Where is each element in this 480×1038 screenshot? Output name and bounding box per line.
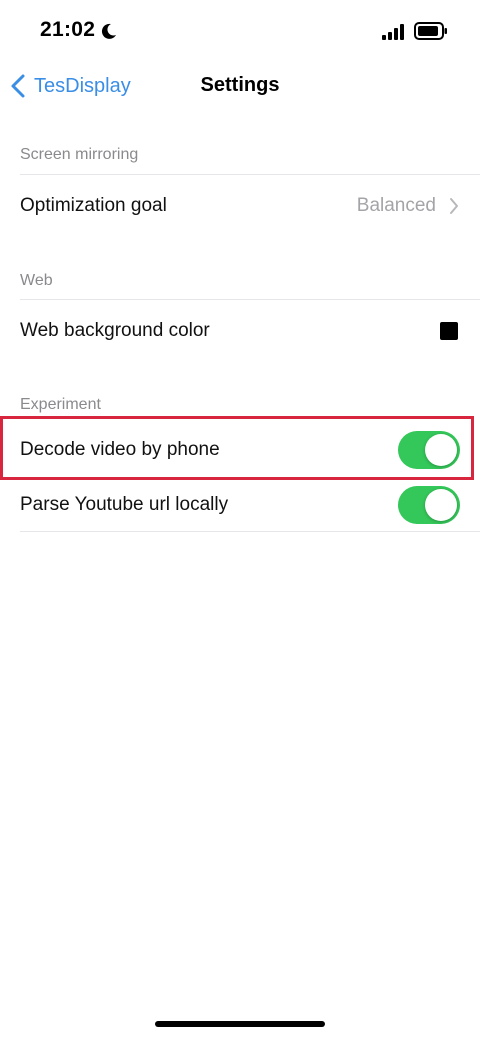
parse-youtube-row[interactable]: Parse Youtube url locally [20,478,480,532]
optimization-goal-value: Balanced [356,194,436,216]
decode-video-row[interactable]: Decode video by phone [20,420,480,480]
home-indicator [155,1021,325,1027]
toggle-knob [425,434,457,466]
section-header-web: Web [20,272,53,289]
decode-video-toggle[interactable] [398,431,460,469]
chevron-right-icon [450,197,458,214]
moon-icon [101,23,116,39]
web-background-color-label: Web background color [20,319,210,341]
optimization-goal-row[interactable]: Optimization goal Balanced [20,174,480,236]
page-title: Settings [200,74,280,96]
battery-icon [414,22,447,40]
parse-youtube-toggle[interactable] [398,486,460,524]
section-header-screen-mirroring: Screen mirroring [20,146,139,163]
toggle-knob [425,489,457,521]
web-background-color-row[interactable]: Web background color [20,299,480,361]
optimization-goal-label: Optimization goal [20,194,167,216]
color-swatch[interactable] [440,321,458,340]
section-header-experiment: Experiment [20,396,101,413]
status-time: 21:02 [40,18,96,41]
navigation-bar: TesDisplay Settings [0,64,480,108]
cellular-signal-icon [382,24,404,40]
decode-video-label: Decode video by phone [20,439,220,460]
parse-youtube-label: Parse Youtube url locally [20,493,229,515]
status-bar: 21:02 [0,0,480,64]
